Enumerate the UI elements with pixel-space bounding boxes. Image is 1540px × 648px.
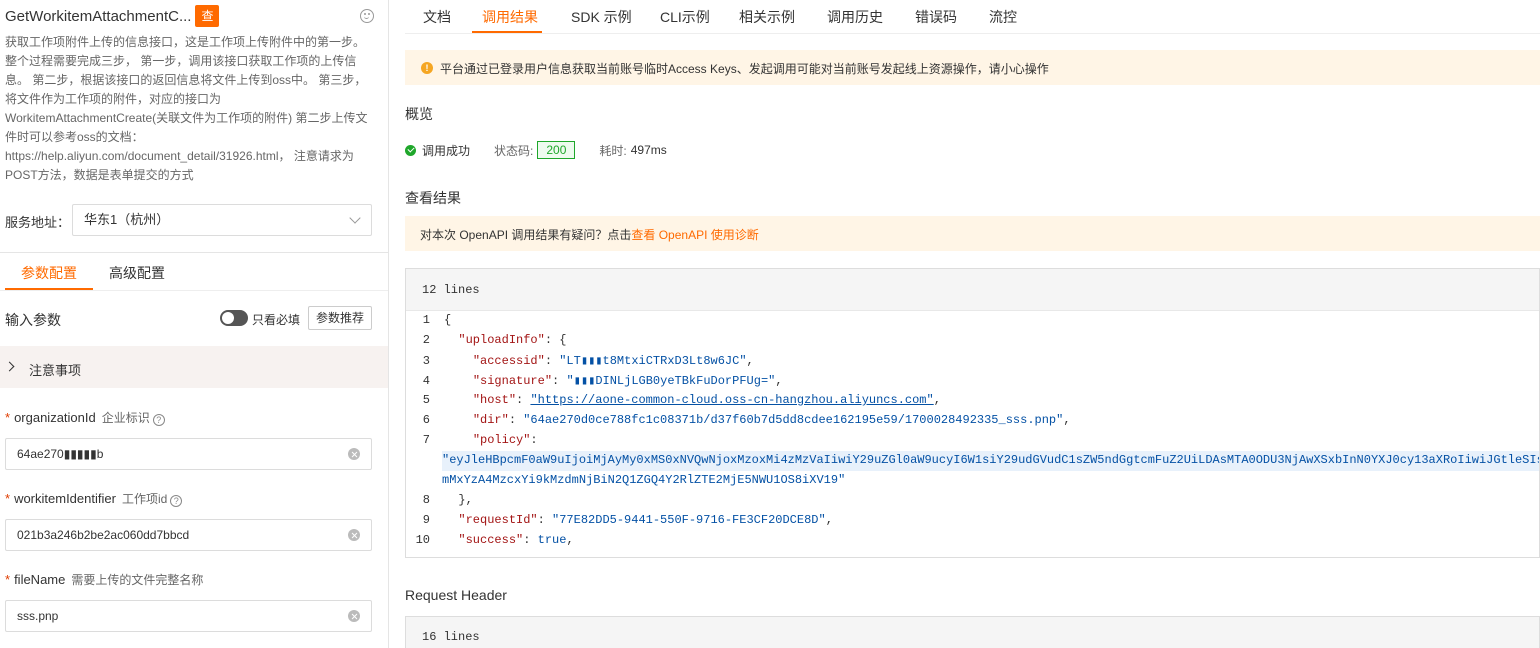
code-line-wrap: mMxYzA4MzcxYi9kMzdmNjBiN2Q1ZGQ4Y2RlZTE2M…	[442, 473, 846, 487]
notice-collapse[interactable]: 注意事项	[0, 346, 388, 388]
chevron-down-icon	[349, 212, 361, 224]
param-desc: 企业标识	[101, 411, 150, 425]
required-only-label: 只看必填	[252, 313, 301, 327]
input-value: sss.pnp	[17, 609, 59, 623]
success-check-icon	[405, 144, 416, 156]
help-icon[interactable]: ?	[170, 495, 183, 507]
organizationId-input[interactable]: 64ae270▮▮▮▮▮b	[5, 438, 372, 470]
api-method-badge: 查	[195, 5, 220, 27]
code-line: 1{	[422, 313, 452, 327]
diagnosis-prefix: 对本次 OpenAPI 调用结果有疑问？点击	[420, 228, 632, 242]
divider	[0, 290, 388, 291]
param-name: fileName	[14, 572, 66, 587]
status-code-badge: 200	[537, 141, 576, 159]
call-status-row: 调用成功 状态码: 200 耗时: 497ms	[405, 141, 667, 159]
fileName-input[interactable]: sss.pnp	[5, 600, 372, 632]
param-desc: 需要上传的文件完整名称	[71, 573, 204, 587]
desc-line: WorkitemAttachmentCreate(关联文件为工作项的附件) 第二…	[5, 111, 368, 125]
clear-icon[interactable]	[348, 610, 360, 622]
request-header-viewer[interactable]: 16 lines	[405, 616, 1540, 648]
tab-advanced-config[interactable]: 高级配置	[109, 263, 165, 290]
warning-text: 平台通过已登录用户信息获取当前账号临时Access Keys、发起调用可能对当前…	[440, 62, 1049, 76]
left-panel: GetWorkitemAttachmentC... 查 获取工作项附件上传的信息…	[0, 0, 389, 648]
param-label-fileName: * fileName 需要上传的文件完整名称	[5, 571, 203, 588]
code-line-wrap: "eyJleHBpcmF0aW9uIjoiMjAyMy0xMS0xNVQwNjo…	[442, 453, 1539, 467]
clear-icon[interactable]	[348, 529, 360, 541]
input-value: 021b3a246b2be2ac060dd7bbcd	[17, 528, 190, 542]
right-panel: 文档 调用结果 SDK 示例 CLI示例 相关示例 调用历史 错误码 流控 ! …	[390, 0, 1540, 648]
tab-docs[interactable]: 文档	[423, 7, 451, 27]
desc-line: POST方法，数据是表单提交的方式	[5, 168, 194, 182]
diagnosis-link[interactable]: 查看 OpenAPI 使用诊断	[631, 228, 758, 242]
code-line: 3 "accessid": "LT▮▮▮t8MtxiCTRxD3Lt8w6JC"…	[422, 354, 754, 368]
desc-line: 整个过程需要完成三步， 第一步，调用该接口获取工作项的上传信	[5, 54, 357, 68]
desc-line: 息。 第二步，根据该接口的返回信息将文件上传到oss中。 第三步，	[5, 73, 367, 87]
desc-line: 将文件作为工作项的附件，对应的接口为	[5, 92, 222, 106]
code-line: 8 },	[422, 493, 473, 507]
service-region-select[interactable]: 华东1（杭州）	[72, 204, 372, 236]
code-body: 1{ 2 "uploadInfo": { 3 "accessid": "LT▮▮…	[406, 311, 1539, 557]
code-line: 4 "signature": "▮▮▮DINLjLGB0yeTBkFuDorPF…	[422, 374, 783, 388]
code-line: 6 "dir": "64ae270d0ce788fc1c08371b/d37f6…	[422, 413, 1071, 427]
workitemIdentifier-input[interactable]: 021b3a246b2be2ac060dd7bbcd	[5, 519, 372, 551]
tab-related-examples[interactable]: 相关示例	[739, 7, 795, 27]
service-region-value: 华东1（杭州）	[84, 212, 170, 227]
code-line: 7 "policy":	[422, 433, 538, 447]
tab-sdk-example[interactable]: SDK 示例	[571, 7, 632, 27]
param-name: workitemIdentifier	[14, 491, 116, 506]
warning-icon: !	[421, 62, 433, 74]
help-icon[interactable]: ?	[152, 414, 165, 426]
tab-call-result[interactable]: 调用结果	[482, 7, 538, 27]
input-value: 64ae270▮▮▮▮▮b	[17, 447, 104, 461]
status-code-label: 状态码:	[494, 143, 534, 158]
service-address-label: 服务地址：	[5, 215, 71, 230]
api-description: 获取工作项附件上传的信息接口，这是工作项上传附件中的第一步。 整个过程需要完成三…	[5, 33, 375, 185]
param-name: organizationId	[14, 410, 96, 425]
chevron-right-icon	[4, 361, 15, 372]
request-header-title: Request Header	[405, 587, 507, 603]
tab-flow-control[interactable]: 流控	[989, 7, 1017, 27]
clear-icon[interactable]	[348, 448, 360, 460]
diagnosis-banner: 对本次 OpenAPI 调用结果有疑问？点击查看 OpenAPI 使用诊断	[405, 216, 1540, 251]
view-result-title: 查看结果	[405, 190, 461, 206]
code-line: 9 "requestId": "77E82DD5-9441-550F-9716-…	[422, 513, 833, 527]
param-label-organizationId: * organizationId 企业标识?	[5, 409, 165, 426]
success-text: 调用成功	[422, 143, 471, 158]
tab-cli-example[interactable]: CLI示例	[660, 7, 710, 27]
notice-label: 注意事项	[29, 363, 82, 378]
required-only-toggle[interactable]	[220, 310, 248, 326]
diagnosis-text: 对本次 OpenAPI 调用结果有疑问？点击查看 OpenAPI 使用诊断	[420, 226, 759, 243]
warning-banner: ! 平台通过已登录用户信息获取当前账号临时Access Keys、发起调用可能对…	[405, 50, 1540, 85]
desc-line: 件时可以参考oss的文档：	[5, 130, 144, 144]
param-recommend-button[interactable]: 参数推荐	[308, 306, 372, 330]
api-header: GetWorkitemAttachmentC... 查	[5, 5, 220, 27]
tab-error-codes[interactable]: 错误码	[915, 7, 957, 27]
required-mark: *	[5, 572, 11, 587]
tab-param-config[interactable]: 参数配置	[21, 263, 77, 290]
divider	[0, 252, 388, 253]
code-line: 5 "host": "https://aone-common-cloud.oss…	[422, 393, 941, 407]
param-desc: 工作项id	[121, 492, 168, 506]
elapsed-value: 497ms	[630, 143, 667, 157]
code-line: 10 "success": true,	[415, 533, 574, 547]
required-mark: *	[5, 491, 11, 506]
param-label-workitemIdentifier: * workitemIdentifier 工作项id?	[5, 490, 183, 507]
desc-line: 获取工作项附件上传的信息接口，这是工作项上传附件中的第一步。	[5, 35, 366, 49]
result-code-viewer[interactable]: 12 lines 1{ 2 "uploadInfo": { 3 "accessi…	[405, 268, 1540, 558]
api-title: GetWorkitemAttachmentC...	[5, 7, 192, 25]
feedback-smile-icon[interactable]	[360, 9, 374, 23]
elapsed-label: 耗时:	[599, 143, 627, 158]
desc-line: https://help.aliyun.com/document_detail/…	[5, 149, 354, 163]
code-lines-count: 12 lines	[406, 269, 1539, 311]
code-line: 2 "uploadInfo": {	[422, 333, 567, 347]
overview-title: 概览	[405, 106, 433, 122]
divider	[405, 33, 1540, 34]
required-mark: *	[5, 410, 11, 425]
input-params-label: 输入参数	[5, 312, 61, 328]
code-lines-count: 16 lines	[406, 617, 1539, 648]
tab-call-history[interactable]: 调用历史	[827, 7, 883, 27]
